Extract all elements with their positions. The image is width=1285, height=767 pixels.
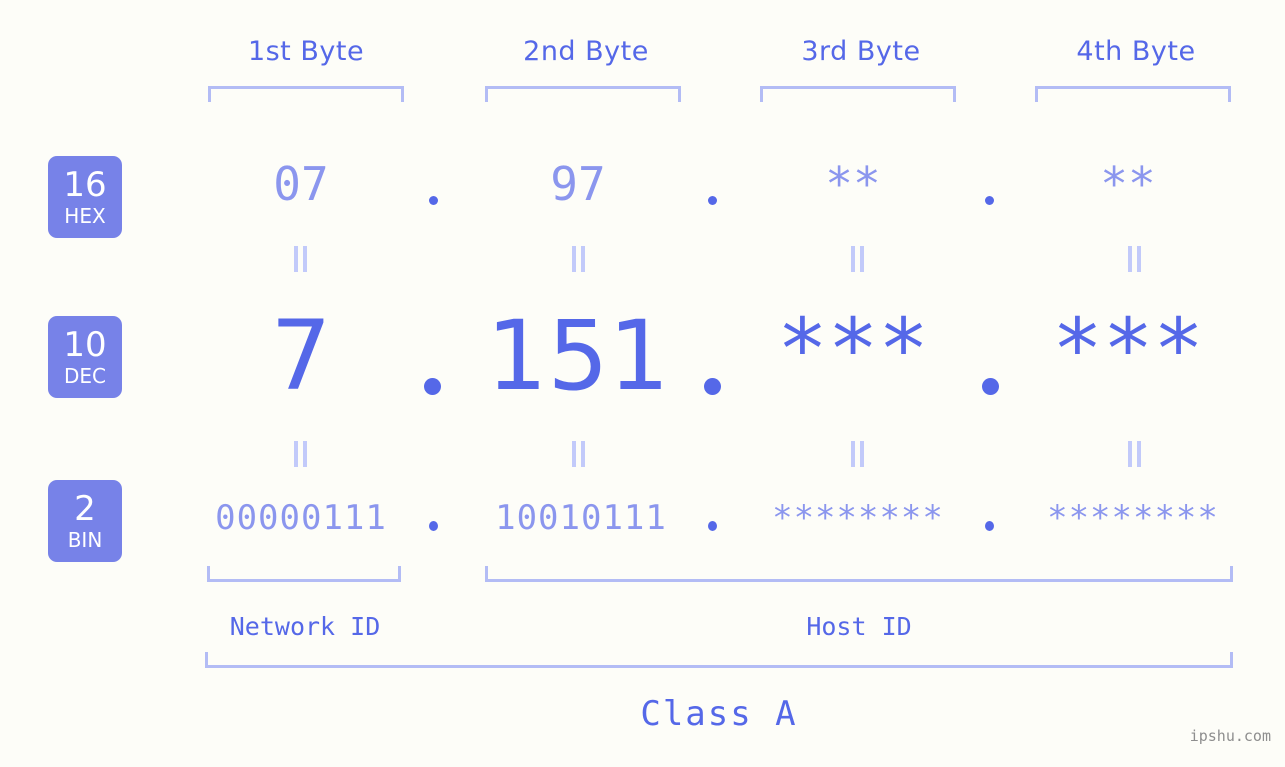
hex-dot-separator-1: [429, 196, 438, 205]
dec-dot-separator-1: [424, 378, 441, 395]
base-badge-dec: 10 DEC: [48, 316, 122, 398]
hex-byte-2-value: 97: [550, 157, 606, 211]
dec-dot-separator-2: [704, 378, 721, 395]
bin-dot-separator-3: [985, 521, 994, 531]
byte-header-3: 3rd Byte: [801, 36, 921, 67]
base-badge-dec-number: 10: [63, 325, 107, 365]
hex-dot-separator-3: [985, 196, 994, 205]
equals-connector-hex-dec-3: [849, 246, 867, 272]
bin-dot-separator-2: [708, 521, 717, 531]
network-id-label: Network ID: [229, 612, 381, 641]
ip-address-breakdown-diagram: 1st Byte 2nd Byte 3rd Byte 4th Byte 16 H…: [0, 0, 1285, 767]
base-badge-hex-label: HEX: [64, 204, 106, 228]
base-badge-dec-label: DEC: [63, 364, 106, 388]
equals-connector-dec-bin-4: [1126, 441, 1144, 467]
equals-connector-hex-dec-2: [570, 246, 588, 272]
bin-byte-2-value: 10010111: [495, 498, 667, 538]
byte-bracket-4: [1035, 86, 1231, 102]
bin-byte-3-value: ********: [772, 498, 944, 538]
byte-header-1: 1st Byte: [247, 36, 365, 67]
bin-dot-separator-1: [429, 521, 438, 531]
class-bracket: [205, 652, 1233, 668]
equals-connector-hex-dec-1: [292, 246, 310, 272]
dec-byte-4-value: ***: [1052, 300, 1204, 398]
byte-bracket-1: [208, 86, 404, 102]
host-id-bracket: [485, 566, 1233, 582]
hex-byte-1-value: 07: [273, 157, 329, 211]
bin-byte-1-value: 00000111: [215, 498, 387, 538]
hex-byte-4-value: **: [1100, 157, 1156, 211]
base-badge-bin-label: BIN: [67, 528, 103, 552]
class-label: Class A: [640, 694, 798, 734]
dec-byte-2-value: 151: [486, 300, 670, 412]
equals-connector-dec-bin-3: [849, 441, 867, 467]
hex-dot-separator-2: [708, 196, 717, 205]
base-badge-bin-number: 2: [74, 489, 96, 529]
dec-byte-1-value: 7: [270, 300, 332, 412]
equals-connector-hex-dec-4: [1126, 246, 1144, 272]
bin-byte-4-value: ********: [1047, 498, 1219, 538]
equals-connector-dec-bin-2: [570, 441, 588, 467]
base-badge-hex: 16 HEX: [48, 156, 122, 238]
site-watermark: ipshu.com: [1189, 727, 1271, 745]
equals-connector-dec-bin-1: [292, 441, 310, 467]
hex-byte-3-value: **: [825, 157, 881, 211]
base-badge-bin: 2 BIN: [48, 480, 122, 562]
byte-header-4: 4th Byte: [1076, 36, 1196, 67]
byte-bracket-3: [760, 86, 956, 102]
host-id-label: Host ID: [806, 612, 912, 641]
network-id-bracket: [207, 566, 401, 582]
byte-bracket-2: [485, 86, 681, 102]
dec-dot-separator-3: [982, 378, 999, 395]
base-badge-hex-number: 16: [63, 165, 107, 205]
dec-byte-3-value: ***: [777, 300, 929, 398]
byte-header-2: 2nd Byte: [523, 36, 649, 67]
